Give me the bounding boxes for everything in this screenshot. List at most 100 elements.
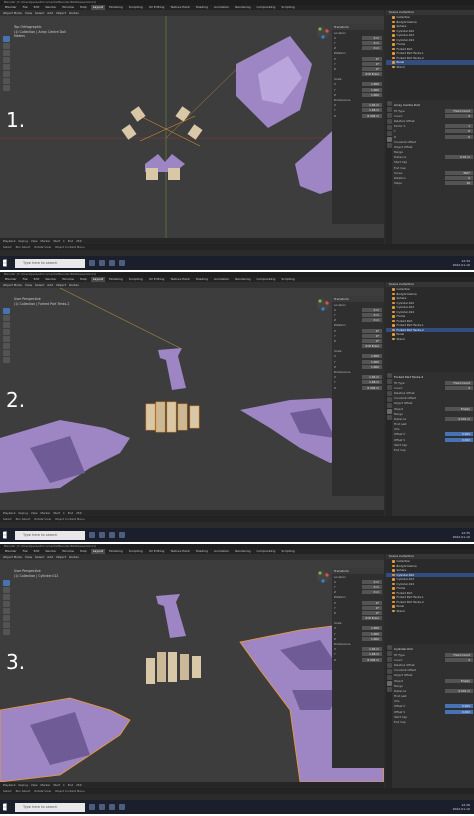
- world-tab-icon[interactable]: [386, 125, 392, 130]
- playback-menu[interactable]: Playback: [3, 783, 15, 787]
- view-menu[interactable]: View: [25, 283, 32, 287]
- view-menu[interactable]: View: [31, 239, 38, 243]
- transform-orientation[interactable]: Global: [69, 555, 79, 559]
- cube-6[interactable]: [168, 168, 180, 180]
- windows-start-icon[interactable]: [3, 259, 7, 267]
- cylinder-1[interactable]: [146, 658, 155, 684]
- rotation-field[interactable]: 0: [445, 176, 473, 181]
- move-tool-icon[interactable]: [3, 594, 10, 600]
- annotate-tool-icon[interactable]: [3, 622, 10, 628]
- select-menu[interactable]: Select: [35, 11, 44, 15]
- offset-object-field[interactable]: Empty: [445, 406, 473, 411]
- cylinder-5[interactable]: [189, 405, 200, 429]
- blender-icon[interactable]: [119, 532, 125, 538]
- playback-menu[interactable]: Playback: [3, 511, 15, 515]
- transform-orientation[interactable]: Global: [69, 11, 79, 15]
- render-tab-icon[interactable]: [386, 107, 392, 112]
- browser-icon[interactable]: [109, 532, 115, 538]
- cylinder-2[interactable]: [157, 652, 166, 682]
- object-menu[interactable]: Object: [56, 555, 66, 559]
- tool-tab-icon[interactable]: [386, 101, 392, 106]
- measure-tool-icon[interactable]: [3, 629, 10, 635]
- measure-tool-icon[interactable]: [3, 357, 10, 363]
- marker-menu[interactable]: Marker: [41, 783, 51, 787]
- cursor-tool-icon[interactable]: [3, 43, 10, 49]
- explorer-icon[interactable]: [99, 532, 105, 538]
- distance-field[interactable]: 0.001 m: [445, 416, 473, 421]
- offset-object-field[interactable]: Empty: [445, 678, 473, 683]
- 3d-viewport[interactable]: Top Orthographic (1) Collection | Array …: [0, 16, 384, 238]
- windows-start-icon[interactable]: [3, 803, 7, 811]
- outliner-item[interactable]: Stand: [386, 337, 474, 342]
- 3d-viewport[interactable]: User Perspective (1) Collection | Forked…: [0, 288, 384, 510]
- blender-icon[interactable]: [119, 804, 125, 810]
- select-tool-icon[interactable]: [3, 36, 10, 42]
- fit-type-field[interactable]: Fixed Count: [445, 380, 473, 385]
- offset-v-field[interactable]: 0.000: [445, 709, 473, 714]
- outliner-item[interactable]: Stand: [386, 65, 474, 70]
- cylinder-5[interactable]: [192, 656, 201, 678]
- view-menu[interactable]: View: [31, 511, 38, 515]
- steps-field[interactable]: 16: [445, 181, 473, 186]
- cylinder-3[interactable]: [166, 401, 177, 433]
- browser-icon[interactable]: [109, 260, 115, 266]
- cylinder-4[interactable]: [180, 654, 189, 680]
- object-menu[interactable]: Object: [56, 11, 66, 15]
- distance-field[interactable]: 0.001 m: [445, 688, 473, 693]
- keying-menu[interactable]: Keying: [18, 239, 27, 243]
- world-tab-icon[interactable]: [386, 669, 392, 674]
- object-tab-icon[interactable]: [386, 675, 392, 680]
- move-tool-icon[interactable]: [3, 50, 10, 56]
- scale-tool-icon[interactable]: [3, 336, 10, 342]
- object-tab-icon[interactable]: [386, 403, 392, 408]
- keying-menu[interactable]: Keying: [18, 511, 27, 515]
- world-tab-icon[interactable]: [386, 397, 392, 402]
- scene-tab-icon[interactable]: [386, 391, 392, 396]
- cylinder-2[interactable]: [155, 401, 166, 433]
- count-field[interactable]: 4: [445, 113, 473, 118]
- explorer-icon[interactable]: [99, 804, 105, 810]
- cylinder-4[interactable]: [177, 403, 188, 431]
- start-value[interactable]: 1: [63, 511, 65, 515]
- render-tab-icon[interactable]: [386, 651, 392, 656]
- end-value[interactable]: 250: [76, 783, 81, 787]
- select-tool-icon[interactable]: [3, 308, 10, 314]
- blender-icon[interactable]: [119, 260, 125, 266]
- transform-orientation[interactable]: Global: [69, 283, 79, 287]
- mesh-forked-part-tenks[interactable]: [158, 348, 186, 390]
- browser-icon[interactable]: [109, 804, 115, 810]
- object-tab-icon[interactable]: [386, 131, 392, 136]
- transform-tool-icon[interactable]: [3, 615, 10, 621]
- output-tab-icon[interactable]: [386, 385, 392, 390]
- scale-tool-icon[interactable]: [3, 608, 10, 614]
- object-menu[interactable]: Object: [56, 283, 66, 287]
- transform-tool-icon[interactable]: [3, 343, 10, 349]
- count-field[interactable]: 4: [445, 385, 473, 390]
- render-tab-icon[interactable]: [386, 379, 392, 384]
- mesh-forked-part-tenks[interactable]: [156, 594, 186, 638]
- physics-tab-icon[interactable]: [386, 143, 392, 148]
- navigation-gizmo-icon[interactable]: [316, 26, 330, 40]
- fit-type-field[interactable]: Fixed Count: [445, 108, 473, 113]
- taskbar-search-input[interactable]: Type here to search: [15, 802, 85, 812]
- rotate-tool-icon[interactable]: [3, 329, 10, 335]
- physics-tab-icon[interactable]: [386, 415, 392, 420]
- 3d-viewport[interactable]: User Perspective (1) Collection | Cylind…: [0, 560, 384, 782]
- mode-dropdown[interactable]: Object Mode: [3, 555, 22, 559]
- view-menu[interactable]: View: [31, 783, 38, 787]
- output-tab-icon[interactable]: [386, 657, 392, 662]
- add-menu[interactable]: Add: [47, 283, 53, 287]
- cube-1[interactable]: [130, 106, 146, 122]
- taskbar-search-input[interactable]: Type here to search: [15, 258, 85, 268]
- start-value[interactable]: 1: [63, 783, 65, 787]
- fit-type-field[interactable]: Fixed Count: [445, 652, 473, 657]
- view-menu[interactable]: View: [25, 11, 32, 15]
- move-tool-icon[interactable]: [3, 322, 10, 328]
- outliner-item[interactable]: Stand: [386, 609, 474, 614]
- offset-u-field[interactable]: 0.000: [445, 432, 473, 437]
- annotate-tool-icon[interactable]: [3, 78, 10, 84]
- marker-menu[interactable]: Marker: [41, 239, 51, 243]
- output-tab-icon[interactable]: [386, 113, 392, 118]
- distance-field[interactable]: 0.01 m: [445, 155, 473, 160]
- cube-4[interactable]: [187, 124, 203, 140]
